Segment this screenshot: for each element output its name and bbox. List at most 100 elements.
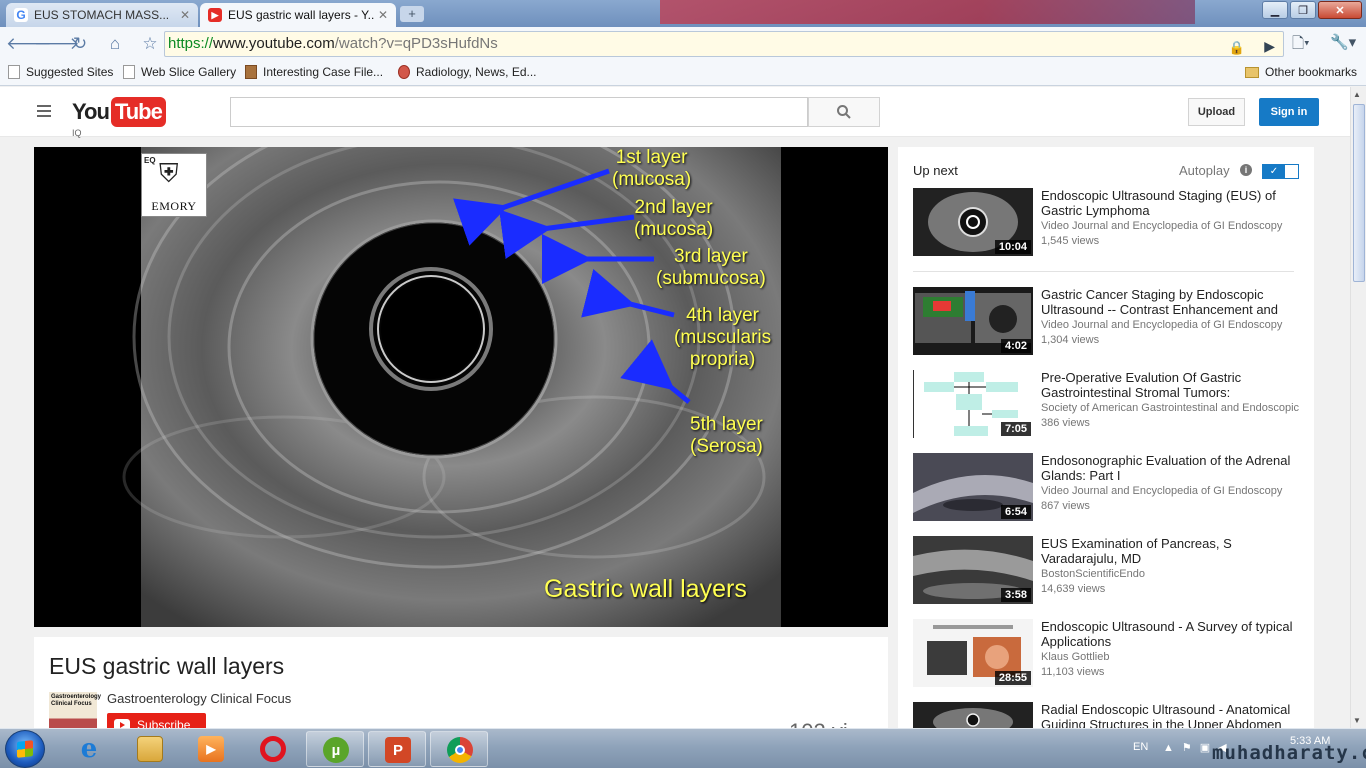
label-line: 4th layer (686, 305, 759, 326)
ultrasound-frame (122, 147, 781, 627)
image-icon (245, 65, 257, 79)
background-window-strip (660, 0, 1195, 24)
taskbar-opera[interactable] (244, 731, 302, 767)
video-title[interactable]: Radial Endoscopic Ultrasound - Anatomica… (1041, 702, 1301, 728)
radial-eus-thumbnail-image (913, 702, 1033, 728)
video-title[interactable]: Endosonographic Evaluation of the Adrena… (1041, 453, 1301, 483)
maximize-button[interactable]: ❐ (1290, 1, 1316, 19)
video-channel: Klaus Gottlieb (1041, 651, 1110, 663)
bookmark-label: Radiology, News, Ed... (416, 65, 537, 79)
page-scrollbar[interactable]: ▲ ▼ (1350, 87, 1366, 728)
guide-menu-icon[interactable] (37, 105, 51, 117)
video-thumbnail[interactable] (913, 702, 1033, 728)
scroll-down-icon[interactable]: ▼ (1353, 716, 1361, 725)
sign-in-button[interactable]: Sign in (1259, 98, 1319, 126)
taskbar-chrome[interactable] (430, 731, 488, 767)
bookmark-suggested-sites[interactable]: Suggested Sites (8, 65, 113, 79)
forward-icon[interactable]: 🡒 (34, 33, 80, 55)
youtube-logo[interactable]: You Tube (72, 97, 166, 127)
label-line: (Serosa) (690, 436, 763, 457)
bookmark-web-slice-gallery[interactable]: Web Slice Gallery (123, 65, 236, 79)
watermark-corner-text: EQ (144, 156, 156, 165)
youtube-icon: ▶ (208, 8, 222, 22)
label-line: (mucosa) (612, 169, 692, 190)
google-icon: G (14, 8, 28, 22)
related-video-item[interactable]: 28:55 Endoscopic Ultrasound - A Survey o… (913, 619, 1303, 689)
related-video-item[interactable]: 4:02 Gastric Cancer Staging by Endoscopi… (913, 287, 1303, 357)
taskbar-utorrent[interactable]: µ (306, 731, 364, 767)
bookmark-interesting-case-file[interactable]: Interesting Case File... (245, 65, 383, 79)
search-input[interactable] (230, 97, 808, 127)
video-title[interactable]: Endoscopic Ultrasound - A Survey of typi… (1041, 619, 1301, 649)
taskbar-internet-explorer[interactable]: e (60, 731, 118, 767)
address-bar[interactable]: https://www.youtube.com/watch?v=qPD3sHuf… (164, 31, 1284, 57)
radiology-icon (398, 65, 410, 79)
window-close-button[interactable]: ✕ (1318, 1, 1362, 19)
bookmark-radiology-news[interactable]: Radiology, News, Ed... (398, 65, 537, 79)
video-views: 386 views (1041, 417, 1090, 429)
scroll-up-icon[interactable]: ▲ (1353, 90, 1361, 99)
label-line: 5th layer (690, 414, 763, 435)
chrome-center-dot (455, 745, 465, 755)
start-button[interactable] (5, 730, 45, 768)
close-tab-icon[interactable]: ✕ (180, 8, 190, 22)
check-icon: ✓ (1263, 165, 1285, 178)
taskbar-file-explorer[interactable] (121, 731, 179, 767)
minimize-button[interactable]: ▁ (1262, 1, 1288, 19)
video-thumbnail[interactable]: 7:05 (913, 370, 1033, 438)
search-icon (837, 105, 851, 119)
tab-eus-stomach-mass[interactable]: G EUS STOMACH MASS... ✕ (6, 3, 198, 27)
bookmark-label: Interesting Case File... (263, 65, 384, 79)
search-button[interactable] (808, 97, 880, 127)
other-bookmarks[interactable]: Other bookmarks (1245, 65, 1357, 79)
taskbar-media-player[interactable]: ▶ (182, 731, 240, 767)
home-icon[interactable]: ⌂ (103, 33, 127, 55)
chrome-icon (447, 737, 473, 763)
page-action-icon[interactable]: ▶ (1264, 34, 1275, 58)
related-video-item[interactable]: 10:04 Endoscopic Ultrasound Staging (EUS… (913, 188, 1303, 258)
url-scheme: https:// (168, 35, 214, 52)
lock-icon[interactable]: 🔒 (1229, 36, 1245, 60)
back-icon[interactable]: 🡐 (6, 33, 52, 55)
upload-button[interactable]: Upload (1188, 98, 1245, 126)
video-title[interactable]: EUS Examination of Pancreas, S Varadaraj… (1041, 536, 1301, 566)
close-tab-icon[interactable]: ✕ (378, 8, 388, 22)
layer-label-1: 1st layer (mucosa) (612, 147, 691, 191)
video-title[interactable]: Pre-Operative Evalution Of Gastric Gastr… (1041, 370, 1301, 400)
related-video-item[interactable]: 6:54 Endosonographic Evaluation of the A… (913, 453, 1303, 523)
video-thumbnail[interactable]: 6:54 (913, 453, 1033, 521)
info-icon[interactable]: i (1240, 164, 1252, 176)
video-player[interactable]: EQ ⛨ EMORY 1st layer (mucosa) 2nd layer … (34, 147, 888, 627)
channel-avatar[interactable]: Gastroenterology Clinical Focus (49, 692, 101, 728)
new-tab-button[interactable]: + (400, 6, 424, 22)
powerpoint-icon: P (385, 737, 411, 763)
bookmark-star-icon[interactable]: ☆ (138, 33, 162, 55)
video-thumbnail[interactable]: 4:02 (913, 287, 1033, 355)
folder-icon (1245, 66, 1259, 78)
label-line: 3rd layer (673, 246, 748, 267)
taskbar-powerpoint[interactable]: P (368, 731, 426, 767)
layer-label-2: 2nd layer (mucosa) (634, 197, 713, 241)
subscribe-button[interactable]: Subscribe (107, 713, 206, 728)
video-thumbnail[interactable]: 28:55 (913, 619, 1033, 687)
scrollbar-thumb[interactable] (1353, 104, 1365, 282)
related-video-item[interactable]: 3:58 EUS Examination of Pancreas, S Vara… (913, 536, 1303, 606)
video-duration: 6:54 (1000, 505, 1031, 519)
wrench-menu-icon[interactable]: 🔧▾ (1330, 33, 1356, 51)
page-menu-icon[interactable]: 🗋▾ (1292, 33, 1310, 58)
video-title[interactable]: Gastric Cancer Staging by Endoscopic Ult… (1041, 287, 1301, 317)
video-thumbnail[interactable]: 3:58 (913, 536, 1033, 604)
reload-icon[interactable]: ↻ (68, 33, 92, 55)
video-views: 1,545 views (1041, 235, 1100, 247)
autoplay-toggle[interactable]: ✓ (1262, 164, 1299, 179)
related-video-item[interactable]: Radial Endoscopic Ultrasound - Anatomica… (913, 702, 1303, 728)
video-title[interactable]: Endoscopic Ultrasound Staging (EUS) of G… (1041, 188, 1301, 218)
bookmark-label: Suggested Sites (26, 65, 114, 79)
language-indicator[interactable]: EN (1133, 741, 1148, 753)
utorrent-icon: µ (323, 737, 349, 763)
channel-name[interactable]: Gastroenterology Clinical Focus (107, 691, 291, 706)
related-video-item[interactable]: 7:05 Pre-Operative Evalution Of Gastric … (913, 370, 1303, 440)
bookmark-label: Web Slice Gallery (141, 65, 237, 79)
video-thumbnail[interactable]: 10:04 (913, 188, 1033, 256)
tab-eus-gastric-wall-layers[interactable]: ▶ EUS gastric wall layers - Y... ✕ (200, 3, 396, 27)
